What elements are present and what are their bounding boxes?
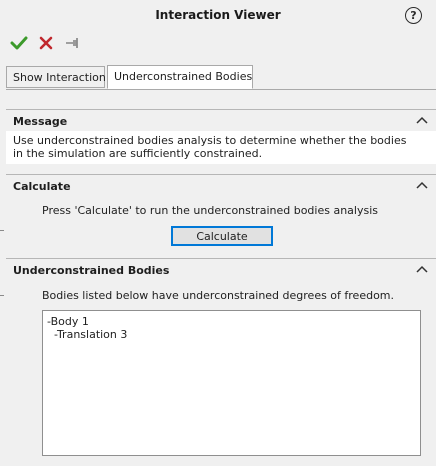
underconstrained-section-title: Underconstrained Bodies	[13, 264, 170, 277]
result-item-translation[interactable]: -Translation 3	[47, 328, 127, 341]
chevron-up-icon[interactable]	[416, 264, 428, 274]
underconstrained-description: Bodies listed below have underconstraine…	[42, 289, 395, 302]
calculate-section-title: Calculate	[13, 180, 71, 193]
panel-title: Interaction Viewer	[155, 8, 281, 22]
question-circle-icon[interactable]: ?	[405, 7, 422, 24]
calculate-prompt: Press 'Calculate' to run the underconstr…	[42, 204, 379, 217]
tab-underconstrained-bodies[interactable]: Underconstrained Bodies	[107, 65, 253, 89]
underconstrained-section-header[interactable]: Underconstrained Bodies	[6, 258, 436, 281]
panel-edge-ticks	[0, 0, 4, 466]
message-box: Use underconstrained bodies analysis to …	[6, 131, 436, 164]
message-text: Use underconstrained bodies analysis to …	[13, 134, 407, 160]
calculate-button[interactable]: Calculate	[171, 226, 273, 246]
tab-divider	[6, 89, 436, 90]
ok-button[interactable]	[10, 34, 28, 52]
interaction-viewer-panel: Interaction Viewer ? Show Interaction Un…	[0, 0, 436, 466]
tab-show-interaction[interactable]: Show Interaction	[6, 66, 106, 88]
message-section-title: Message	[13, 115, 68, 128]
result-item-body[interactable]: -Body 1	[47, 315, 89, 328]
pin-button[interactable]	[64, 34, 82, 52]
chevron-up-icon[interactable]	[416, 115, 428, 125]
checkmark-icon	[10, 36, 28, 50]
results-list[interactable]: -Body 1 -Translation 3	[42, 310, 421, 456]
pushpin-icon	[66, 38, 78, 48]
x-icon	[39, 36, 53, 50]
chevron-up-icon[interactable]	[416, 180, 428, 190]
message-section-header[interactable]: Message	[6, 109, 436, 132]
calculate-section-header[interactable]: Calculate	[6, 174, 436, 197]
cancel-button[interactable]	[37, 34, 55, 52]
